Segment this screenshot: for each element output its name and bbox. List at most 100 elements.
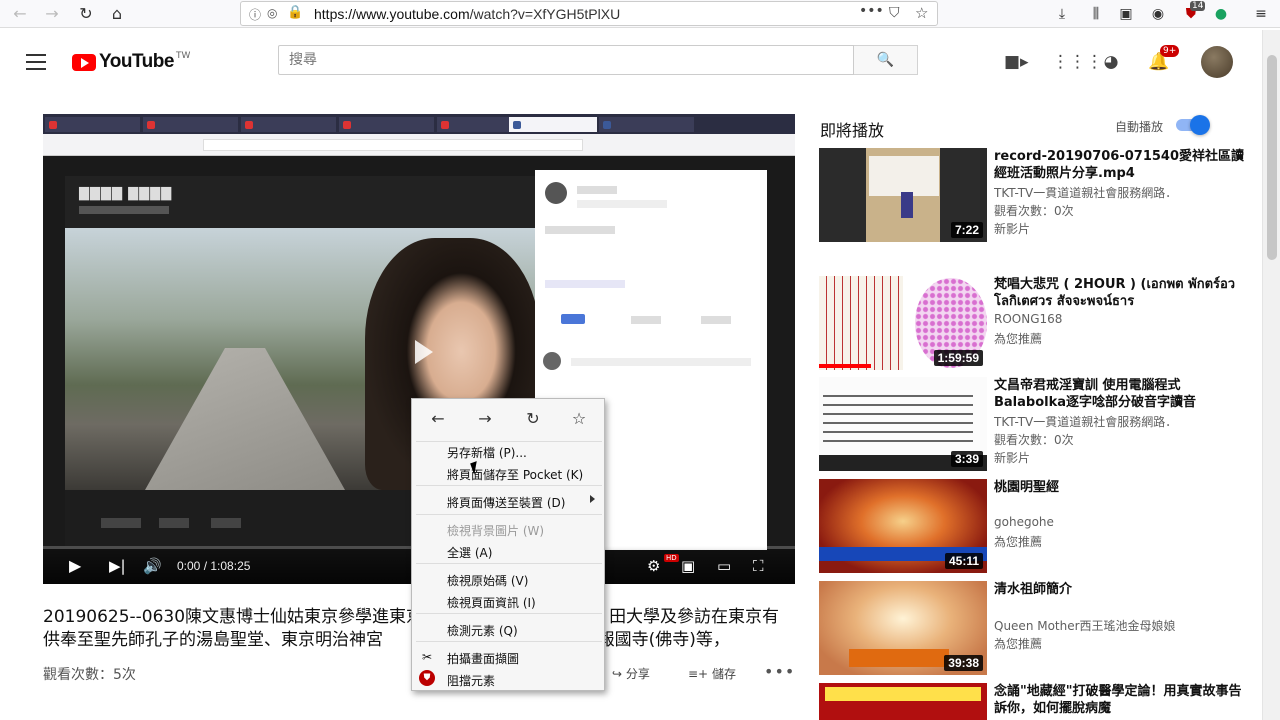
address-bar[interactable]: ⓘ ◎ 🔒 https://www.youtube.com/watch?v=Xf… [240, 1, 938, 26]
menu-separator [416, 441, 602, 442]
next-button[interactable]: ▶| [109, 558, 126, 574]
view-count: 觀看次數：5次 [43, 667, 136, 683]
account-icon[interactable]: ◉ [1147, 4, 1169, 24]
downloads-icon[interactable]: ⤓ [1051, 4, 1073, 24]
save-button[interactable]: ≡+ 儲存 [688, 665, 736, 682]
video-thumbnail[interactable]: 39:38 [819, 581, 987, 675]
hd-badge: HD [664, 554, 679, 562]
menu-item-save-as[interactable]: 另存新檔 (P)... [447, 444, 527, 461]
youtube-play-logo-icon [72, 53, 96, 71]
video-duration: 1:59:59 [933, 350, 983, 366]
ublock-count-badge: 14 [1190, 1, 1206, 11]
video-title[interactable]: 文昌帝君戒淫寶訓 使用電腦程式Balabolka逐字唸部分破音字讀音 [994, 377, 1244, 411]
volume-icon[interactable]: 🔊 [143, 558, 162, 574]
video-duration: 39:38 [944, 655, 983, 671]
search-button[interactable]: 🔍 [854, 45, 918, 75]
logo-region: TW [175, 51, 191, 61]
info-icon[interactable]: ⓘ [249, 6, 261, 23]
recommendation-item[interactable]: 7:22 record-20190706-071540愛祥社區讀經班活動照片分享… [819, 148, 1249, 242]
share-icon: ↪ [612, 667, 623, 681]
channel-name[interactable]: ROONG168 [994, 312, 1244, 326]
video-duration: 45:11 [944, 553, 983, 569]
settings-gear-icon[interactable]: ⚙ [647, 558, 660, 574]
autoplay-label: 自動播放 [1115, 120, 1164, 134]
messages-icon[interactable]: ◕ [1100, 52, 1122, 72]
reload-icon[interactable]: ↻ [76, 4, 96, 24]
menu-item-block-element[interactable]: 阻擋元素 [447, 672, 495, 689]
channel-name[interactable]: gohegohe [994, 515, 1244, 529]
context-bookmark-icon[interactable]: ☆ [568, 409, 590, 428]
search-box[interactable] [278, 45, 854, 75]
share-button[interactable]: ↪ 分享 [612, 665, 650, 682]
video-title[interactable]: 清水祖師簡介 [994, 581, 1244, 598]
home-icon[interactable]: ⌂ [107, 4, 127, 24]
video-meta: 為您推薦 [994, 332, 1043, 346]
lock-icon[interactable]: 🔒 [287, 5, 303, 20]
context-forward-icon[interactable]: → [474, 409, 496, 428]
context-menu: ← → ↻ ☆ 另存新檔 (P)... 將頁面儲存至 Pocket (K) 將頁… [411, 398, 605, 691]
forward-icon[interactable]: → [42, 4, 62, 24]
menu-item-view-source[interactable]: 檢視原始碼 (V) [447, 572, 528, 589]
theater-mode-icon[interactable]: ▭ [717, 558, 731, 574]
up-next-heading: 即將播放 [820, 121, 885, 140]
fullscreen-icon[interactable]: ⛶ [753, 558, 764, 574]
video-title[interactable]: 念誦"地藏經"打破醫學定論！用真實故事告訴你，如何擺脫病魔 [994, 683, 1244, 717]
menu-item-select-all[interactable]: 全選 (A) [447, 544, 492, 561]
page-actions-icon[interactable]: ••• [859, 3, 884, 19]
guide-menu-icon[interactable] [26, 54, 46, 70]
scrollbar-thumb[interactable] [1267, 55, 1277, 260]
video-duration: 7:22 [950, 222, 983, 238]
video-title[interactable]: record-20190706-071540愛祥社區讀經班活動照片分享.mp4 [994, 148, 1244, 182]
menu-item-view-background-image: 檢視背景圖片 (W) [447, 524, 545, 538]
menu-item-view-page-info[interactable]: 檢視頁面資訊 (I) [447, 594, 536, 611]
video-thumbnail[interactable]: 1:59:59 [819, 276, 987, 370]
channel-name[interactable]: TKT-TV一貫道道親社會服務網路． [994, 184, 1244, 201]
miniplayer-icon[interactable]: ▣ [681, 558, 695, 574]
bookmark-star-icon[interactable]: ☆ [915, 4, 928, 22]
library-icon[interactable]: ⫼ [1085, 4, 1107, 24]
video-thumbnail[interactable]: 7:22 [819, 148, 987, 242]
context-menu-nav-row: ← → ↻ ☆ [412, 399, 606, 439]
video-thumbnail[interactable]: 45:11 [819, 479, 987, 573]
context-back-icon[interactable]: ← [427, 409, 449, 428]
video-meta: 為您推薦 [994, 637, 1043, 651]
back-icon[interactable]: ← [10, 4, 30, 24]
menu-separator [416, 514, 602, 515]
context-reload-icon[interactable]: ↻ [522, 409, 544, 428]
time-display: 0:00 / 1:08:25 [177, 559, 251, 573]
permissions-icon[interactable]: ◎ [267, 6, 277, 20]
more-actions-icon[interactable]: ••• [764, 662, 795, 681]
avatar[interactable] [1201, 46, 1233, 78]
search-input[interactable] [279, 46, 853, 74]
recommendation-item[interactable]: 3:39 文昌帝君戒淫寶訓 使用電腦程式Balabolka逐字唸部分破音字讀音 … [819, 377, 1249, 471]
pocket-icon[interactable]: ⛉ [889, 5, 900, 21]
video-title[interactable]: 桃園明聖經 [994, 479, 1244, 496]
create-video-icon[interactable]: ■▸ [1004, 52, 1029, 72]
video-thumbnail[interactable] [819, 683, 987, 720]
menu-separator [416, 485, 602, 486]
ublock-shield-icon: ⛊ [419, 670, 435, 686]
grammarly-icon[interactable]: ● [1210, 4, 1232, 24]
video-title[interactable]: 梵唱大悲咒 ( 2HOUR ) (เอกพต พักตร์อวโลกิเตศวร… [994, 276, 1244, 310]
recommendation-item[interactable]: 45:11 桃園明聖經 gohegohe 為您推薦 [819, 479, 1249, 573]
recommendation-item[interactable]: 1:59:59 梵唱大悲咒 ( 2HOUR ) (เอกพต พักตร์อวโ… [819, 276, 1249, 370]
menu-item-take-screenshot[interactable]: 拍攝畫面擷圖 [447, 650, 519, 667]
video-content-url-bar [43, 134, 795, 156]
channel-name[interactable]: TKT-TV一貫道道親社會服務網路． [994, 413, 1244, 430]
sidebar-icon[interactable]: ▣ [1115, 4, 1137, 24]
menu-item-send-to-device[interactable]: 將頁面傳送至裝置 (D) [447, 494, 565, 511]
submenu-arrow-icon [590, 495, 595, 503]
recommendation-item[interactable]: 39:38 清水祖師簡介 Queen Mother西王瑤池金母娘娘 為您推薦 [819, 581, 1249, 675]
autoplay-toggle[interactable] [1176, 115, 1210, 135]
page-scrollbar[interactable] [1262, 30, 1280, 720]
hamburger-menu-icon[interactable]: ≡ [1250, 4, 1272, 24]
play-button[interactable]: ▶ [69, 558, 81, 574]
menu-item-save-to-pocket[interactable]: 將頁面儲存至 Pocket (K) [447, 466, 583, 483]
recommendation-item[interactable]: 念誦"地藏經"打破醫學定論！用真實故事告訴你，如何擺脫病魔 [819, 683, 1249, 720]
youtube-logo[interactable]: YouTube TW [72, 50, 190, 74]
video-thumbnail[interactable]: 3:39 [819, 377, 987, 471]
url-text[interactable]: https://www.youtube.com/watch?v=XfYGH5tP… [314, 6, 620, 22]
channel-name[interactable]: Queen Mother西王瑤池金母娘娘 [994, 617, 1244, 634]
apps-grid-icon[interactable]: ⋮⋮⋮ [1052, 52, 1103, 72]
menu-item-inspect-element[interactable]: 檢測元素 (Q) [447, 622, 518, 639]
